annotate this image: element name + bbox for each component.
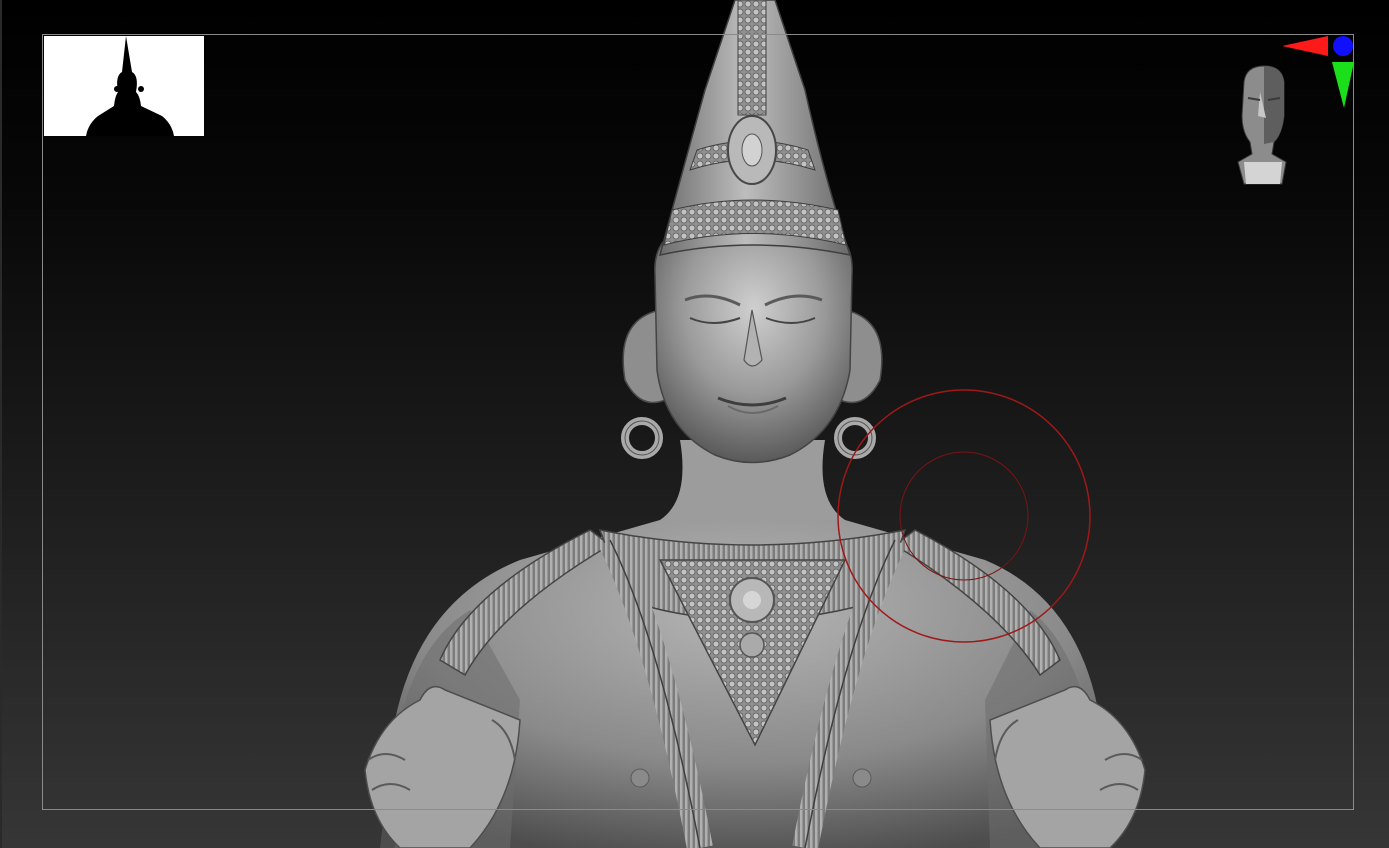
z-axis-icon [1333, 36, 1353, 56]
y-axis-icon [1332, 62, 1354, 108]
axis-gizmo-icon[interactable] [1278, 32, 1360, 112]
x-axis-icon [1282, 36, 1328, 56]
canvas-viewport[interactable] [0, 0, 1389, 848]
brush-cursor [837, 389, 1091, 643]
